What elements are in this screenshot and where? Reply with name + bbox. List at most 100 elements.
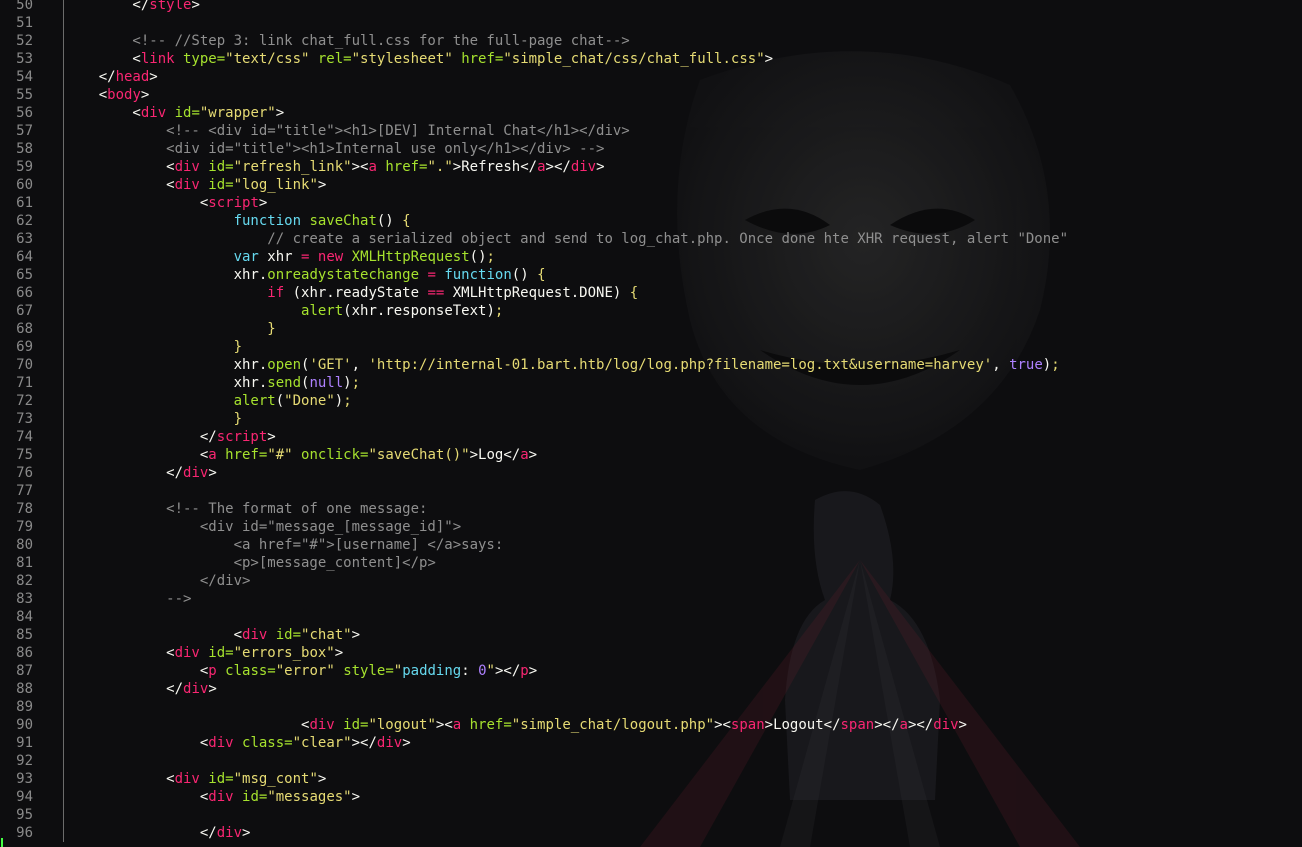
code-token: p: [520, 663, 529, 679]
code-text[interactable]: <div id="refresh_link"><a href=".">Refre…: [64, 158, 604, 176]
code-editor[interactable]: 50 </style> 51 52 <!-- //Step 3: link chat…: [0, 0, 1302, 842]
code-line[interactable]: 60 <div id="log_link">: [0, 176, 1302, 194]
code-line[interactable]: 70 xhr.open('GET', 'http://internal-01.b…: [0, 356, 1302, 374]
code-line[interactable]: 54 </head>: [0, 68, 1302, 86]
code-line[interactable]: 57 <!-- <div id="title"><h1>[DEV] Intern…: [0, 122, 1302, 140]
code-line[interactable]: 79 <div id="message_[message_id]">: [0, 518, 1302, 536]
code-token: >: [275, 105, 285, 121]
code-text[interactable]: </div>: [64, 572, 251, 590]
code-text[interactable]: <div id="messages">: [64, 788, 360, 806]
code-line[interactable]: 50 </style>: [0, 0, 1302, 14]
code-text[interactable]: <a href="#" onclick="saveChat()">Log</a>: [64, 446, 537, 464]
code-text[interactable]: </script>: [64, 428, 276, 446]
code-text[interactable]: <div id="wrapper">: [64, 104, 284, 122]
code-line[interactable]: 93 <div id="msg_cont">: [0, 770, 1302, 788]
code-line[interactable]: 92: [0, 752, 1302, 770]
code-line[interactable]: 75 <a href="#" onclick="saveChat()">Log<…: [0, 446, 1302, 464]
code-text[interactable]: }: [64, 320, 275, 338]
code-text[interactable]: }: [64, 410, 242, 428]
code-line[interactable]: 81 <p>[message_content]</p>: [0, 554, 1302, 572]
code-text[interactable]: xhr.open('GET', 'http://internal-01.bart…: [64, 356, 1060, 374]
code-line[interactable]: 67 alert(xhr.responseText);: [0, 302, 1302, 320]
code-line[interactable]: 77: [0, 482, 1302, 500]
code-line[interactable]: 83 -->: [0, 590, 1302, 608]
code-text[interactable]: <!-- //Step 3: link chat_full.css for th…: [64, 32, 630, 50]
code-text[interactable]: [64, 698, 65, 716]
code-line[interactable]: 80 <a href="#">[username] </a>says:: [0, 536, 1302, 554]
code-line[interactable]: 63 // create a serialized object and sen…: [0, 230, 1302, 248]
code-line[interactable]: 91 <div class="clear"></div>: [0, 734, 1302, 752]
code-line[interactable]: 86 <div id="errors_box">: [0, 644, 1302, 662]
code-line[interactable]: 58 <div id="title"><h1>Internal use only…: [0, 140, 1302, 158]
code-token: <!-- //Step 3: link chat_full.css for th…: [65, 33, 630, 49]
code-text[interactable]: </style>: [64, 0, 199, 14]
code-text[interactable]: </head>: [64, 68, 158, 86]
code-line[interactable]: 56 <div id="wrapper">: [0, 104, 1302, 122]
code-line[interactable]: 59 <div id="refresh_link"><a href=".">Re…: [0, 158, 1302, 176]
code-text[interactable]: [64, 806, 65, 824]
code-line[interactable]: 82 </div>: [0, 572, 1302, 590]
code-text[interactable]: function saveChat() {: [64, 212, 411, 230]
code-line[interactable]: 74 </script>: [0, 428, 1302, 446]
code-line[interactable]: 95: [0, 806, 1302, 824]
code-line[interactable]: 68 }: [0, 320, 1302, 338]
code-line[interactable]: 76 </div>: [0, 464, 1302, 482]
code-line[interactable]: 62 function saveChat() {: [0, 212, 1302, 230]
code-line[interactable]: 52 <!-- //Step 3: link chat_full.css for…: [0, 32, 1302, 50]
code-line[interactable]: 73 }: [0, 410, 1302, 428]
code-text[interactable]: // create a serialized object and send t…: [64, 230, 1068, 248]
code-text[interactable]: <div id="title"><h1>Internal use only</h…: [64, 140, 604, 158]
code-text[interactable]: <link type="text/css" rel="stylesheet" h…: [64, 50, 773, 68]
code-text[interactable]: </div>: [64, 824, 251, 842]
code-text[interactable]: [64, 752, 65, 770]
code-line[interactable]: 64 var xhr = new XMLHttpRequest();: [0, 248, 1302, 266]
code-text[interactable]: <a href="#">[username] </a>says:: [64, 536, 504, 554]
code-line[interactable]: 78 <!-- The format of one message:: [0, 500, 1302, 518]
code-text[interactable]: var xhr = new XMLHttpRequest();: [64, 248, 495, 266]
code-text[interactable]: <p>[message_content]</p>: [64, 554, 436, 572]
code-line[interactable]: 85 <div id="chat">: [0, 626, 1302, 644]
code-token: "simple_chat/logout.php": [511, 717, 715, 733]
code-text[interactable]: alert(xhr.responseText);: [64, 302, 503, 320]
code-line[interactable]: 96 </div>: [0, 824, 1302, 842]
code-line[interactable]: 55 <body>: [0, 86, 1302, 104]
code-line[interactable]: 89: [0, 698, 1302, 716]
code-text[interactable]: <div id="log_link">: [64, 176, 326, 194]
code-line[interactable]: 66 if (xhr.readyState == XMLHttpRequest.…: [0, 284, 1302, 302]
code-text[interactable]: </div>: [64, 464, 217, 482]
code-text[interactable]: xhr.onreadystatechange = function() {: [64, 266, 546, 284]
code-line[interactable]: 51: [0, 14, 1302, 32]
code-line[interactable]: 90 <div id="logout"><a href="simple_chat…: [0, 716, 1302, 734]
code-line[interactable]: 69 }: [0, 338, 1302, 356]
code-text[interactable]: [64, 14, 65, 32]
code-text[interactable]: }: [64, 338, 242, 356]
code-line[interactable]: 88 </div>: [0, 680, 1302, 698]
code-text[interactable]: <body>: [64, 86, 150, 104]
code-line[interactable]: 87 <p class="error" style="padding: 0"><…: [0, 662, 1302, 680]
code-line[interactable]: 94 <div id="messages">: [0, 788, 1302, 806]
code-text[interactable]: <script>: [64, 194, 267, 212]
code-text[interactable]: -->: [64, 590, 191, 608]
code-text[interactable]: [64, 482, 65, 500]
code-text[interactable]: <!-- <div id="title"><h1>[DEV] Internal …: [64, 122, 630, 140]
code-text[interactable]: alert("Done");: [64, 392, 352, 410]
code-line[interactable]: 84: [0, 608, 1302, 626]
code-line[interactable]: 72 alert("Done");: [0, 392, 1302, 410]
code-token: ;: [343, 393, 352, 409]
code-line[interactable]: 65 xhr.onreadystatechange = function() {: [0, 266, 1302, 284]
code-text[interactable]: <!-- The format of one message:: [64, 500, 427, 518]
code-text[interactable]: <div class="clear"></div>: [64, 734, 411, 752]
code-text[interactable]: if (xhr.readyState == XMLHttpRequest.DON…: [64, 284, 638, 302]
code-text[interactable]: <div id="chat">: [64, 626, 360, 644]
code-line[interactable]: 53 <link type="text/css" rel="stylesheet…: [0, 50, 1302, 68]
code-text[interactable]: <div id="msg_cont">: [64, 770, 326, 788]
code-line[interactable]: 61 <script>: [0, 194, 1302, 212]
code-text[interactable]: <div id="message_[message_id]">: [64, 518, 461, 536]
code-text[interactable]: </div>: [64, 680, 217, 698]
code-text[interactable]: <p class="error" style="padding: 0"></p>: [64, 662, 537, 680]
code-text[interactable]: <div id="logout"><a href="simple_chat/lo…: [64, 716, 967, 734]
code-text[interactable]: <div id="errors_box">: [64, 644, 343, 662]
code-text[interactable]: [64, 608, 65, 626]
code-text[interactable]: xhr.send(null);: [64, 374, 360, 392]
code-line[interactable]: 71 xhr.send(null);: [0, 374, 1302, 392]
